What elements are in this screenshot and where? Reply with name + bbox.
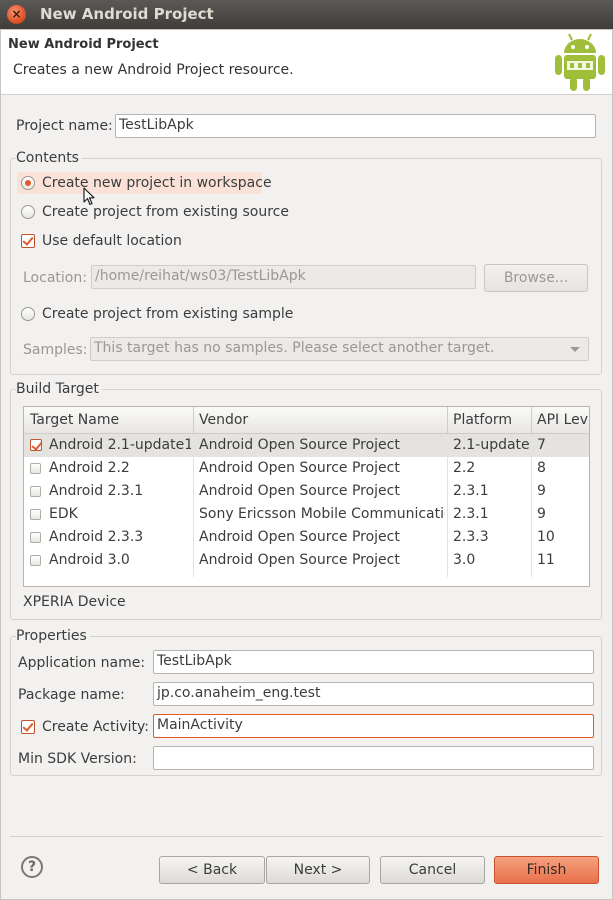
target-name-cell: Android 3.0	[49, 552, 130, 568]
finish-button[interactable]: Finish	[494, 856, 599, 884]
api-level-cell: 9	[537, 483, 546, 499]
column-divider[interactable]	[193, 407, 194, 434]
column-divider[interactable]	[531, 407, 532, 434]
target-name-cell: Android 2.3.3	[49, 529, 144, 545]
project-name-label: Project name:	[16, 118, 113, 134]
column-header-vendor[interactable]: Vendor	[199, 412, 248, 428]
table-row[interactable]: Android 2.3.1 Android Open Source Projec…	[24, 480, 589, 503]
table-row[interactable]: Android 2.1-update1 Android Open Source …	[24, 434, 589, 457]
platform-cell: 3.0	[453, 552, 476, 568]
vendor-cell: Sony Ericsson Mobile Communications	[199, 506, 445, 522]
min-sdk-input[interactable]	[153, 746, 594, 770]
help-icon[interactable]: ?	[21, 856, 43, 878]
platform-cell: 2.3.1	[453, 483, 489, 499]
api-level-cell: 9	[537, 506, 546, 522]
existing-source-radio[interactable]	[21, 205, 35, 219]
footer-divider	[10, 836, 603, 837]
create-activity-label[interactable]: Create Activity:	[42, 719, 149, 735]
properties-group-title: Properties	[16, 628, 90, 644]
existing-sample-radio[interactable]	[21, 307, 35, 321]
column-divider[interactable]	[447, 407, 448, 434]
wizard-description: Creates a new Android Project resource.	[13, 62, 294, 78]
build-target-group-title: Build Target	[16, 381, 102, 397]
vendor-cell: Android Open Source Project	[199, 483, 400, 499]
location-label: Location:	[23, 270, 87, 286]
application-name-input[interactable]: TestLibApk	[153, 650, 594, 674]
chevron-down-icon	[570, 347, 580, 352]
vendor-cell: Android Open Source Project	[199, 529, 400, 545]
target-checkbox[interactable]	[30, 486, 41, 497]
column-header-api-level[interactable]: API Lev	[537, 412, 588, 428]
application-name-label: Application name:	[18, 655, 146, 671]
vendor-cell: Android Open Source Project	[199, 460, 400, 476]
create-new-label[interactable]: Create new project in workspace	[42, 175, 272, 191]
column-header-target-name[interactable]: Target Name	[30, 412, 119, 428]
platform-cell: 2.2	[453, 460, 476, 476]
wizard-title: New Android Project	[8, 37, 159, 52]
contents-group-title: Contents	[16, 150, 82, 166]
mouse-cursor-icon	[83, 187, 95, 206]
target-checkbox[interactable]	[30, 463, 41, 474]
min-sdk-label: Min SDK Version:	[18, 751, 137, 767]
target-description: XPERIA Device	[23, 594, 126, 610]
create-activity-input[interactable]: MainActivity	[153, 714, 594, 738]
project-name-input[interactable]: TestLibApk	[115, 114, 596, 138]
target-name-cell: Android 2.1-update1	[49, 437, 191, 453]
window-titlebar: × New Android Project	[0, 0, 613, 29]
vendor-cell: Android Open Source Project	[199, 552, 400, 568]
target-name-cell: Android 2.2	[49, 460, 130, 476]
close-icon[interactable]: ×	[7, 5, 26, 24]
table-row[interactable]: Android 2.3.3 Android Open Source Projec…	[24, 526, 589, 549]
use-default-location-checkbox[interactable]	[21, 234, 35, 248]
next-button[interactable]: Next >	[266, 856, 370, 884]
table-row[interactable]: Android 3.0 Android Open Source Project …	[24, 549, 589, 572]
browse-button[interactable]: Browse...	[484, 264, 588, 292]
wizard-header: New Android Project Creates a new Androi…	[0, 29, 613, 95]
platform-cell: 2.3.3	[453, 529, 489, 545]
samples-label: Samples:	[23, 342, 88, 358]
platform-cell: 2.3.1	[453, 506, 489, 522]
target-name-cell: Android 2.3.1	[49, 483, 144, 499]
use-default-location-label[interactable]: Use default location	[42, 233, 182, 249]
samples-select[interactable]: This target has no samples. Please selec…	[90, 337, 589, 361]
build-target-table[interactable]: Target Name Vendor Platform API Lev Andr…	[23, 406, 590, 587]
existing-source-label[interactable]: Create project from existing source	[42, 204, 289, 220]
column-header-platform[interactable]: Platform	[453, 412, 512, 428]
package-name-label: Package name:	[18, 687, 125, 703]
table-row[interactable]: Android 2.2 Android Open Source Project …	[24, 457, 589, 480]
table-header: Target Name Vendor Platform API Lev	[24, 407, 589, 434]
target-checkbox[interactable]	[30, 439, 42, 451]
table-row[interactable]: EDK Sony Ericsson Mobile Communications …	[24, 503, 589, 526]
api-level-cell: 11	[537, 552, 555, 568]
create-activity-checkbox[interactable]	[21, 720, 35, 734]
window-title: New Android Project	[40, 5, 214, 23]
cancel-button[interactable]: Cancel	[380, 856, 485, 884]
platform-cell: 2.1-update1	[453, 437, 530, 453]
api-level-cell: 8	[537, 460, 546, 476]
android-robot-icon	[555, 33, 605, 91]
existing-sample-label[interactable]: Create project from existing sample	[42, 306, 293, 322]
target-checkbox[interactable]	[30, 532, 41, 543]
api-level-cell: 10	[537, 529, 555, 545]
package-name-input[interactable]: jp.co.anaheim_eng.test	[153, 682, 594, 706]
api-level-cell: 7	[537, 437, 546, 453]
target-checkbox[interactable]	[30, 555, 41, 566]
location-input[interactable]: /home/reihat/ws03/TestLibApk	[91, 265, 476, 289]
create-new-radio[interactable]	[21, 176, 35, 190]
vendor-cell: Android Open Source Project	[199, 437, 400, 453]
target-name-cell: EDK	[49, 506, 78, 522]
samples-select-value: This target has no samples. Please selec…	[94, 340, 495, 356]
back-button[interactable]: < Back	[159, 856, 265, 884]
target-checkbox[interactable]	[30, 509, 41, 520]
